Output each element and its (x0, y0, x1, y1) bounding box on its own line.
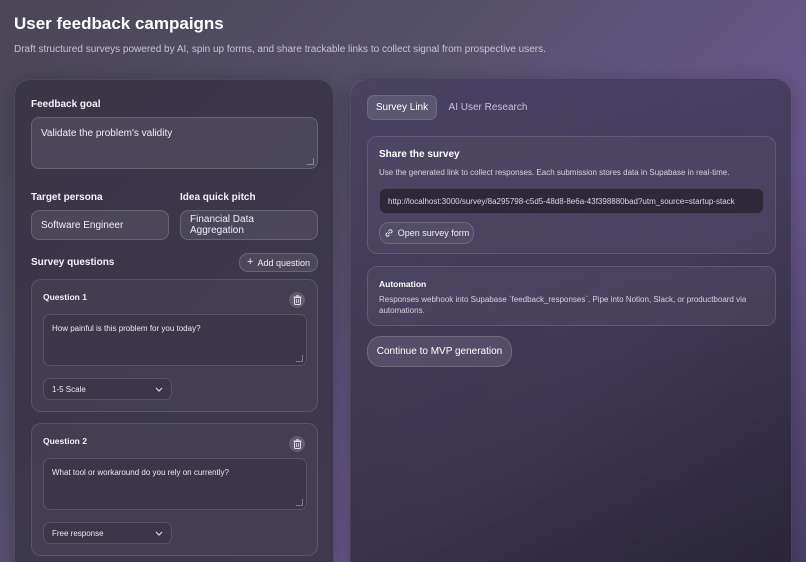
question-label: Question 2 (43, 436, 87, 446)
survey-url-field[interactable]: http://localhost:3000/survey/8a295798-c5… (379, 188, 764, 214)
goal-input-value: Validate the problem's validity (41, 128, 173, 139)
pitch-label: Idea quick pitch (180, 192, 256, 203)
question-type-value: 1-5 Scale (52, 384, 86, 394)
trash-icon (293, 439, 301, 449)
share-title: Share the survey (379, 149, 460, 160)
automation-title: Automation (379, 279, 427, 289)
automation-description: Responses webhook into Supabase `feedbac… (379, 295, 747, 316)
question-card: Question 2 What tool or workaround do yo… (31, 423, 318, 556)
open-survey-form-label: Open survey form (397, 228, 470, 238)
link-icon (385, 229, 393, 237)
tab-survey-link[interactable]: Survey Link (367, 95, 437, 120)
resize-grip-icon (296, 499, 303, 506)
question-text-value: What tool or workaround do you rely on c… (52, 468, 229, 477)
campaign-form-panel: Feedback goal Validate the problem's val… (14, 79, 334, 562)
questions-label: Survey questions (31, 257, 115, 268)
resize-grip-icon (296, 355, 303, 362)
delete-question-button[interactable] (289, 292, 305, 308)
delete-question-button[interactable] (289, 436, 305, 452)
continue-mvp-button[interactable]: Continue to MVP generation (367, 336, 512, 367)
question-type-select[interactable]: 1-5 Scale (43, 378, 172, 400)
question-text-input[interactable]: What tool or workaround do you rely on c… (43, 458, 307, 510)
persona-input-value: Software Engineer (41, 219, 124, 231)
tab-ai-user-research[interactable]: AI User Research (443, 95, 533, 120)
pitch-input-value: Financial Data Aggregation (190, 214, 254, 236)
question-type-select[interactable]: Free response (43, 522, 172, 544)
survey-url-value: http://localhost:3000/survey/8a295798-c5… (388, 196, 735, 206)
share-description: Use the generated link to collect respon… (379, 168, 730, 177)
continue-mvp-label: Continue to MVP generation (376, 346, 503, 357)
goal-label: Feedback goal (31, 99, 101, 110)
goal-input[interactable]: Validate the problem's validity (31, 117, 318, 169)
trash-icon (293, 295, 301, 305)
persona-input[interactable]: Software Engineer (31, 210, 169, 240)
page-subtitle: Draft structured surveys powered by AI, … (14, 44, 546, 55)
add-question-label: Add question (257, 257, 310, 268)
tab-label: Survey Link (375, 102, 429, 113)
survey-distribution-panel: Survey Link AI User Research Share the s… (350, 79, 792, 562)
question-type-value: Free response (52, 528, 104, 538)
tab-label: AI User Research (448, 102, 528, 113)
page-title: User feedback campaigns (14, 14, 224, 33)
share-survey-card: Share the survey Use the generated link … (367, 136, 776, 254)
question-text-value: How painful is this problem for you toda… (52, 324, 201, 333)
persona-label: Target persona (31, 192, 103, 203)
add-question-button[interactable]: + Add question (239, 253, 318, 272)
automation-card: Automation Responses webhook into Supaba… (367, 266, 776, 326)
resize-grip-icon (307, 158, 314, 165)
pitch-input[interactable]: Financial Data Aggregation (180, 210, 318, 240)
plus-icon: + (247, 256, 254, 268)
question-card: Question 1 How painful is this problem f… (31, 279, 318, 412)
chevron-down-icon (155, 387, 163, 392)
open-survey-form-button[interactable]: Open survey form (379, 222, 474, 244)
question-label: Question 1 (43, 292, 87, 302)
question-text-input[interactable]: How painful is this problem for you toda… (43, 314, 307, 366)
chevron-down-icon (155, 531, 163, 536)
